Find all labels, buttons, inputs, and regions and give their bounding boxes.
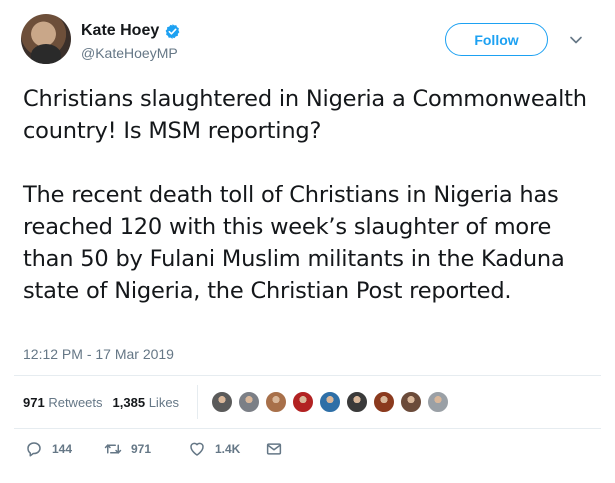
liker-avatar-9[interactable] [427,391,449,413]
liker-avatar-2[interactable] [238,391,260,413]
liker-avatar-1[interactable] [211,391,233,413]
retweet-button[interactable]: 971 [104,440,151,458]
like-button[interactable]: 1.4K [188,440,240,458]
tweet-actions: 144 971 1.4K [23,440,423,464]
divider [14,428,601,429]
liker-avatar-3[interactable] [265,391,287,413]
like-count: 1.4K [215,442,241,456]
avatar[interactable] [21,14,71,64]
liker-avatar-8[interactable] [400,391,422,413]
envelope-icon [266,443,282,455]
user-handle[interactable]: @KateHoeyMP [81,45,178,61]
retweets-stat[interactable]: 971 Retweets [23,395,103,410]
tweet-timestamp[interactable]: 12:12 PM - 17 Mar 2019 [23,346,174,362]
tweet-paragraph: Christians slaughtered in Nigeria a Comm… [23,86,587,144]
retweet-icon [104,444,122,454]
retweet-count: 971 [131,442,152,456]
likes-stat[interactable]: 1,385 Likes [113,395,180,410]
heart-icon [190,442,204,456]
tweet-stats: 971 Retweets 1,385 Likes [23,376,601,428]
tweet-text: Christians slaughtered in Nigeria a Comm… [23,83,593,307]
reply-icon [27,442,41,457]
retweets-count: 971 [23,394,45,410]
tweet-header: Kate Hoey @KateHoeyMP Follow [21,14,601,68]
display-name[interactable]: Kate Hoey [81,22,159,40]
stats-separator [197,385,198,419]
likes-label: Likes [148,394,180,410]
tweet-paragraph: The recent death toll of Christians in N… [23,182,565,304]
likes-count: 1,385 [112,394,146,410]
liker-avatar-6[interactable] [346,391,368,413]
reply-button[interactable]: 144 [25,440,72,458]
liker-avatar-5[interactable] [319,391,341,413]
verified-badge-icon [165,23,180,39]
reply-count: 144 [52,442,73,456]
retweets-label: Retweets [48,394,103,410]
liker-avatar-4[interactable] [292,391,314,413]
chevron-down-icon[interactable] [569,33,583,47]
likers-avatars [211,391,454,413]
follow-button[interactable]: Follow [445,23,548,56]
name-row: Kate Hoey [81,22,181,40]
direct-message-button[interactable] [265,440,283,458]
liker-avatar-7[interactable] [373,391,395,413]
